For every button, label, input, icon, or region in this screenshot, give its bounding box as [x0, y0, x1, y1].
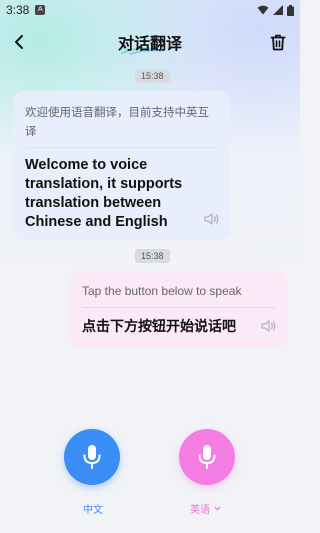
page-title: 对话翻译: [117, 34, 182, 53]
message-bubble-left: 欢迎使用语音翻译，目前支持中英互译 Welcome to voice trans…: [13, 91, 230, 240]
chinese-language-label[interactable]: 中文: [83, 501, 103, 516]
app-notification-icon: A: [35, 5, 46, 15]
message-divider: [25, 147, 218, 148]
wifi-icon: [257, 5, 269, 15]
signal-icon: [273, 5, 283, 15]
message-bubble-right: Tap the button below to speak 点击下方按钮开始说话…: [70, 271, 287, 348]
microphone-icon: [198, 445, 216, 469]
trash-icon: [270, 34, 286, 50]
clear-history-button[interactable]: [266, 30, 290, 54]
speaker-icon[interactable]: [202, 210, 220, 228]
message-source-text: Tap the button below to speak: [82, 284, 242, 298]
english-mic-button[interactable]: [179, 429, 235, 485]
battery-icon: [287, 4, 294, 16]
message-timestamp: 15:38: [135, 249, 170, 263]
message-translated-text: Welcome to voice translation, it support…: [25, 157, 183, 230]
microphone-icon: [83, 445, 101, 469]
speaker-icon[interactable]: [259, 317, 277, 335]
status-bar: 3:38 A: [0, 0, 300, 20]
app-header: 对话翻译: [0, 24, 300, 60]
chinese-mic-button[interactable]: [64, 429, 120, 485]
message-divider: [82, 307, 275, 308]
message-timestamp: 15:38: [135, 69, 170, 83]
english-language-selector[interactable]: 英语: [190, 501, 221, 516]
status-icons: [257, 4, 294, 16]
english-language-label: 英语: [190, 505, 210, 516]
status-time: 3:38: [6, 3, 30, 17]
message-translated-text: 点击下方按钮开始说话吧: [82, 319, 236, 335]
chevron-down-icon: [214, 506, 221, 511]
message-source-text: 欢迎使用语音翻译，目前支持中英互译: [25, 105, 209, 138]
